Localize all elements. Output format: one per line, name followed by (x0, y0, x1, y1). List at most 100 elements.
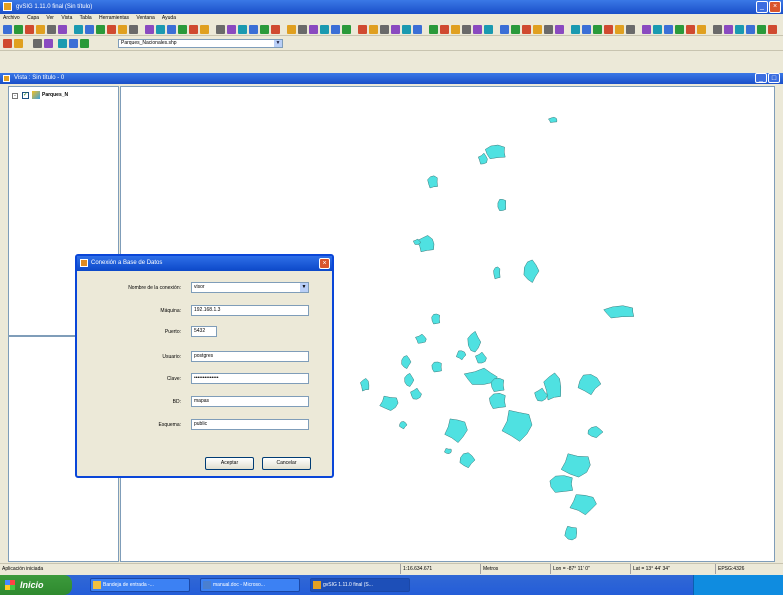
toolbar-tool-icon[interactable] (33, 39, 42, 48)
protected-area-feature[interactable] (493, 266, 501, 280)
task-gvsig[interactable]: gvSIG 1.11.0 final (S... (310, 578, 410, 592)
protected-area-feature[interactable] (404, 372, 415, 387)
units-select[interactable]: Metros (480, 564, 550, 574)
toolbar-tool-icon[interactable] (145, 25, 154, 34)
toolbar-tool-icon[interactable] (757, 25, 766, 34)
menu-ver[interactable]: Ver (46, 15, 54, 21)
protected-area-feature[interactable] (444, 448, 452, 454)
protected-area-feature[interactable] (564, 525, 577, 541)
toolbar-tool-icon[interactable] (402, 25, 411, 34)
toolbar-tool-icon[interactable] (555, 25, 564, 34)
toolbar-tool-icon[interactable] (238, 25, 247, 34)
toolbar-tool-icon[interactable] (287, 25, 296, 34)
toolbar-tool-icon[interactable] (129, 25, 138, 34)
toolbar-tool-icon[interactable] (484, 25, 493, 34)
toolbar-tool-icon[interactable] (653, 25, 662, 34)
protected-area-feature[interactable] (427, 175, 438, 189)
toolbar-tool-icon[interactable] (249, 25, 258, 34)
chevron-down-icon[interactable]: ▼ (274, 40, 282, 47)
toolbar-tool-icon[interactable] (118, 25, 127, 34)
toolbar-tool-icon[interactable] (14, 39, 23, 48)
protected-area-feature[interactable] (455, 350, 467, 361)
toolbar-tool-icon[interactable] (522, 25, 531, 34)
vista-minimize-button[interactable]: _ (755, 73, 767, 83)
toolbar-tool-icon[interactable] (298, 25, 307, 34)
toolbar-tool-icon[interactable] (735, 25, 744, 34)
toolbar-tool-icon[interactable] (713, 25, 722, 34)
toolbar-tool-icon[interactable] (642, 25, 651, 34)
accept-button[interactable]: Aceptar (205, 457, 254, 470)
toolbar-tool-icon[interactable] (178, 25, 187, 34)
toolbar-tool-icon[interactable] (380, 25, 389, 34)
toolbar-tool-icon[interactable] (189, 25, 198, 34)
schema-field[interactable]: public (191, 419, 309, 430)
toolbar-tool-icon[interactable] (533, 25, 542, 34)
toolbar-tool-icon[interactable] (615, 25, 624, 34)
toolbar-tool-icon[interactable] (768, 25, 777, 34)
task-outlook[interactable]: Bandeja de entrada -... (90, 578, 190, 592)
toolbar-tool-icon[interactable] (511, 25, 520, 34)
toolbar-tool-icon[interactable] (320, 25, 329, 34)
toolbar-tool-icon[interactable] (47, 25, 56, 34)
dialog-close-button[interactable]: × (319, 258, 330, 269)
protected-area-feature[interactable] (501, 410, 533, 442)
toolbar-tool-icon[interactable] (440, 25, 449, 34)
protected-area-feature[interactable] (477, 152, 488, 165)
toolbar-tool-icon[interactable] (44, 39, 53, 48)
menu-capa[interactable]: Capa (27, 15, 39, 21)
menu-ayuda[interactable]: Ayuda (162, 15, 176, 21)
toolbar-tool-icon[interactable] (216, 25, 225, 34)
toolbar-tool-icon[interactable] (724, 25, 733, 34)
menu-tabla[interactable]: Tabla (80, 15, 92, 21)
protected-area-feature[interactable] (569, 494, 597, 516)
protected-area-feature[interactable] (577, 374, 602, 396)
menu-vista[interactable]: Vista (61, 15, 72, 21)
toolbar-tool-icon[interactable] (80, 39, 89, 48)
protected-area-feature[interactable] (415, 333, 427, 344)
toolbar-tool-icon[interactable] (358, 25, 367, 34)
toolbar-tool-icon[interactable] (200, 25, 209, 34)
layer-combo[interactable]: Parques_Nacionales.shp ▼ (118, 39, 283, 48)
protected-area-feature[interactable] (467, 330, 482, 353)
toolbar-tool-icon[interactable] (156, 25, 165, 34)
protected-area-feature[interactable] (489, 393, 506, 409)
layer-visibility-checkbox[interactable]: ✓ (22, 92, 29, 99)
port-field[interactable]: 5432 (191, 326, 217, 337)
minimize-button[interactable]: _ (756, 1, 768, 13)
toolbar-tool-icon[interactable] (260, 25, 269, 34)
toolbar-tool-icon[interactable] (544, 25, 553, 34)
toolbar-tool-icon[interactable] (473, 25, 482, 34)
toolbar-tool-icon[interactable] (746, 25, 755, 34)
toolbar-tool-icon[interactable] (604, 25, 613, 34)
protected-area-feature[interactable] (547, 116, 558, 123)
protected-area-feature[interactable] (560, 453, 591, 478)
toolbar-tool-icon[interactable] (500, 25, 509, 34)
protected-area-feature[interactable] (475, 351, 487, 364)
protected-area-feature[interactable] (497, 199, 507, 211)
toolbar-tool-icon[interactable] (571, 25, 580, 34)
toolbar-tool-icon[interactable] (14, 25, 23, 34)
toolbar-tool-icon[interactable] (69, 39, 78, 48)
toolbar-tool-icon[interactable] (686, 25, 695, 34)
toolbar-tool-icon[interactable] (227, 25, 236, 34)
protected-area-feature[interactable] (534, 387, 548, 402)
protected-area-feature[interactable] (360, 378, 370, 392)
protected-area-feature[interactable] (399, 421, 408, 430)
toolbar-tool-icon[interactable] (342, 25, 351, 34)
protected-area-feature[interactable] (379, 395, 399, 411)
toolbar-tool-icon[interactable] (369, 25, 378, 34)
start-button[interactable]: Inicio (0, 575, 72, 595)
protected-area-feature[interactable] (523, 259, 540, 283)
cancel-button[interactable]: Cancelar (262, 457, 311, 470)
protected-area-feature[interactable] (444, 418, 468, 443)
toolbar-tool-icon[interactable] (331, 25, 340, 34)
protected-area-feature[interactable] (401, 355, 412, 370)
protected-area-feature[interactable] (484, 144, 506, 160)
collapse-toggle[interactable]: - (12, 93, 18, 99)
toolbar-tool-icon[interactable] (58, 25, 67, 34)
vista-maximize-button[interactable]: □ (768, 73, 780, 83)
protected-area-feature[interactable] (410, 387, 422, 400)
toolbar-tool-icon[interactable] (36, 25, 45, 34)
user-field[interactable]: postgres (191, 351, 309, 362)
menu-ventana[interactable]: Ventana (136, 15, 154, 21)
